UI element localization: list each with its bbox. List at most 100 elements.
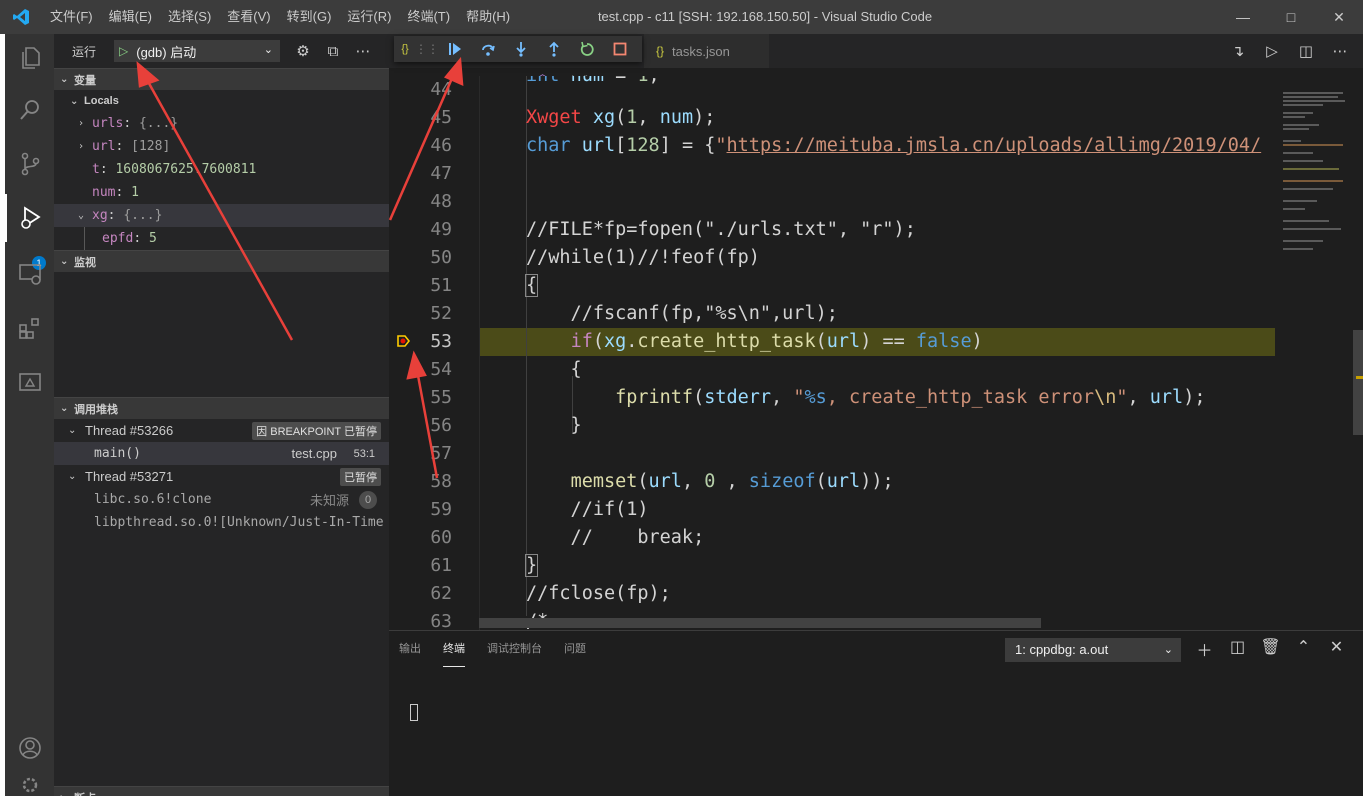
bottom-panel: 输出 终端 调试控制台 问题 1: cppdbg: a.out ⌄ ＋ ◫ 🗑 … — [389, 630, 1363, 796]
code-line: 44 int num = 1; — [389, 76, 1275, 104]
variable-value: 5 — [148, 231, 157, 246]
start-debug-icon[interactable]: ▷ — [119, 44, 128, 58]
thread-status-badge: 因 BREAKPOINT 已暂停 — [252, 421, 381, 440]
call-stack-section-header[interactable]: ⌄ 调用堆栈 — [54, 397, 389, 419]
thread-row[interactable]: ⌄ Thread #53271 已暂停 — [54, 465, 389, 488]
more-actions-icon[interactable]: ⋯ — [348, 42, 378, 60]
stack-frame-row[interactable]: libc.so.6!clone 未知源 0 — [54, 488, 389, 511]
search-icon[interactable] — [5, 86, 54, 134]
line-number: 61 — [430, 555, 452, 576]
run-file-icon[interactable]: ▷ — [1255, 42, 1289, 60]
locals-scope[interactable]: ⌄ Locals — [54, 90, 389, 112]
minimap-line — [1283, 228, 1341, 230]
minimap-line — [1283, 112, 1313, 114]
variable-name: urls — [92, 116, 124, 131]
chevron-down-icon: ⌄ — [68, 425, 77, 436]
variable-row-url[interactable]: › url: [128] — [54, 135, 389, 158]
line-number: 57 — [430, 443, 452, 464]
settings-gear-icon[interactable] — [5, 774, 54, 796]
stack-frame-row[interactable]: libpthread.so.0![Unknown/Just-In-Time co — [54, 511, 389, 534]
variable-row-num[interactable]: num: 1 — [54, 181, 389, 204]
split-terminal-icon[interactable]: ◫ — [1221, 637, 1254, 661]
editor-vertical-scrollbar[interactable] — [1353, 330, 1363, 435]
tab-debug-console[interactable]: 调试控制台 — [487, 631, 542, 667]
variable-row-epfd[interactable]: epfd: 5 — [84, 227, 389, 250]
gear-icon[interactable]: ⚙ — [288, 42, 318, 60]
step-over-icon[interactable] — [471, 36, 504, 62]
extensions-icon[interactable] — [5, 304, 54, 352]
chevron-up-icon[interactable]: ⌃ — [1287, 637, 1320, 661]
variable-row-xg[interactable]: ⌄ xg: {...} — [54, 204, 389, 227]
step-out-icon[interactable] — [537, 36, 570, 62]
title-bar: 文件(F) 编辑(E) 选择(S) 查看(V) 转到(G) 运行(R) 终端(T… — [0, 0, 1363, 34]
chevron-down-icon: ⌄ — [70, 95, 79, 107]
frame-file: test.cpp — [291, 446, 337, 461]
minimap[interactable] — [1275, 68, 1363, 630]
run-debug-icon[interactable] — [5, 194, 54, 242]
line-number: 48 — [430, 191, 452, 212]
menu-file[interactable]: 文件(F) — [42, 0, 101, 34]
account-icon[interactable] — [5, 724, 54, 772]
launch-config-select[interactable]: ▷ (gdb) 启动 ⌄ — [114, 40, 280, 62]
explorer-icon[interactable] — [5, 34, 54, 82]
menu-go[interactable]: 转到(G) — [279, 0, 340, 34]
tab-output[interactable]: 输出 — [399, 631, 421, 667]
stack-frame-row[interactable]: main() test.cpp 53:1 — [54, 442, 389, 465]
source-control-icon[interactable] — [5, 140, 54, 188]
minimize-icon[interactable]: — — [1219, 0, 1267, 34]
minimap-line — [1283, 128, 1309, 130]
drag-handle-icon[interactable]: ⋮⋮ — [415, 36, 439, 62]
continue-icon[interactable] — [438, 36, 471, 62]
variable-value: 1608067625.7600811 — [115, 162, 257, 177]
variable-row-t[interactable]: t: 1608067625.7600811 — [54, 158, 389, 181]
watch-section-header[interactable]: ⌄ 监视 — [54, 250, 389, 272]
tab-problems[interactable]: 问题 — [564, 631, 586, 667]
frame-line: 53:1 — [353, 447, 375, 460]
thread-name: Thread #53271 — [85, 469, 174, 484]
trash-icon[interactable]: 🗑 — [1254, 637, 1287, 661]
code-line: 60 // break; — [389, 524, 1275, 552]
split-editor-icon[interactable]: ◫ — [1289, 42, 1323, 60]
menu-selection[interactable]: 选择(S) — [160, 0, 219, 34]
remote-explorer-icon[interactable] — [5, 250, 54, 298]
terminal-select[interactable]: 1: cppdbg: a.out ⌄ — [1005, 638, 1181, 662]
variable-row-urls[interactable]: › urls: {...} — [54, 112, 389, 135]
close-panel-icon[interactable]: ✕ — [1320, 637, 1353, 661]
variables-section-header[interactable]: ⌄ 变量 — [54, 68, 389, 90]
minimap-line — [1283, 220, 1329, 222]
editor-horizontal-scrollbar[interactable] — [479, 618, 1041, 628]
minimap-line — [1283, 100, 1345, 102]
remote-window-icon[interactable] — [5, 358, 54, 406]
scrollbar-marker — [1356, 376, 1363, 379]
menu-terminal[interactable]: 终端(T) — [399, 0, 458, 34]
code-line: 46 char url[128] = {"https://meituba.jms… — [389, 132, 1275, 160]
variable-name: num — [92, 185, 116, 200]
code-line: 58 memset(url, 0 , sizeof(url)); — [389, 468, 1275, 496]
chevron-right-icon: › — [78, 141, 85, 152]
stop-icon[interactable] — [603, 36, 636, 62]
line-number: 54 — [430, 359, 452, 380]
new-terminal-icon[interactable]: ＋ — [1188, 637, 1221, 661]
restart-icon[interactable] — [570, 36, 603, 62]
thread-row[interactable]: ⌄ Thread #53266 因 BREAKPOINT 已暂停 — [54, 419, 389, 442]
breakpoints-section-header[interactable]: › 断点 — [54, 786, 389, 796]
thread-status-badge: 已暂停 — [340, 467, 381, 486]
code-editor[interactable]: 44 int num = 1; 45 Xwget xg(1, num); 46 … — [389, 76, 1275, 630]
minimap-line — [1283, 248, 1313, 250]
minimap-line — [1283, 104, 1323, 106]
more-actions-icon[interactable]: ⋯ — [1323, 42, 1357, 60]
debug-console-icon[interactable]: ⧉ — [318, 43, 348, 60]
code-text: { — [524, 274, 539, 297]
menu-edit[interactable]: 编辑(E) — [101, 0, 160, 34]
line-number: 55 — [430, 387, 452, 408]
step-into-icon[interactable] — [504, 36, 537, 62]
terminal-cursor[interactable] — [410, 704, 418, 721]
menu-run[interactable]: 运行(R) — [339, 0, 399, 34]
close-icon[interactable]: ✕ — [1315, 0, 1363, 34]
tab-terminal[interactable]: 终端 — [443, 631, 465, 667]
compare-icon[interactable]: ↴ — [1221, 42, 1255, 60]
tab-tasks-json[interactable]: {} tasks.json — [644, 34, 769, 68]
menu-view[interactable]: 查看(V) — [219, 0, 278, 34]
maximize-icon[interactable]: □ — [1267, 0, 1315, 34]
chevron-down-icon: ⌄ — [263, 44, 273, 56]
